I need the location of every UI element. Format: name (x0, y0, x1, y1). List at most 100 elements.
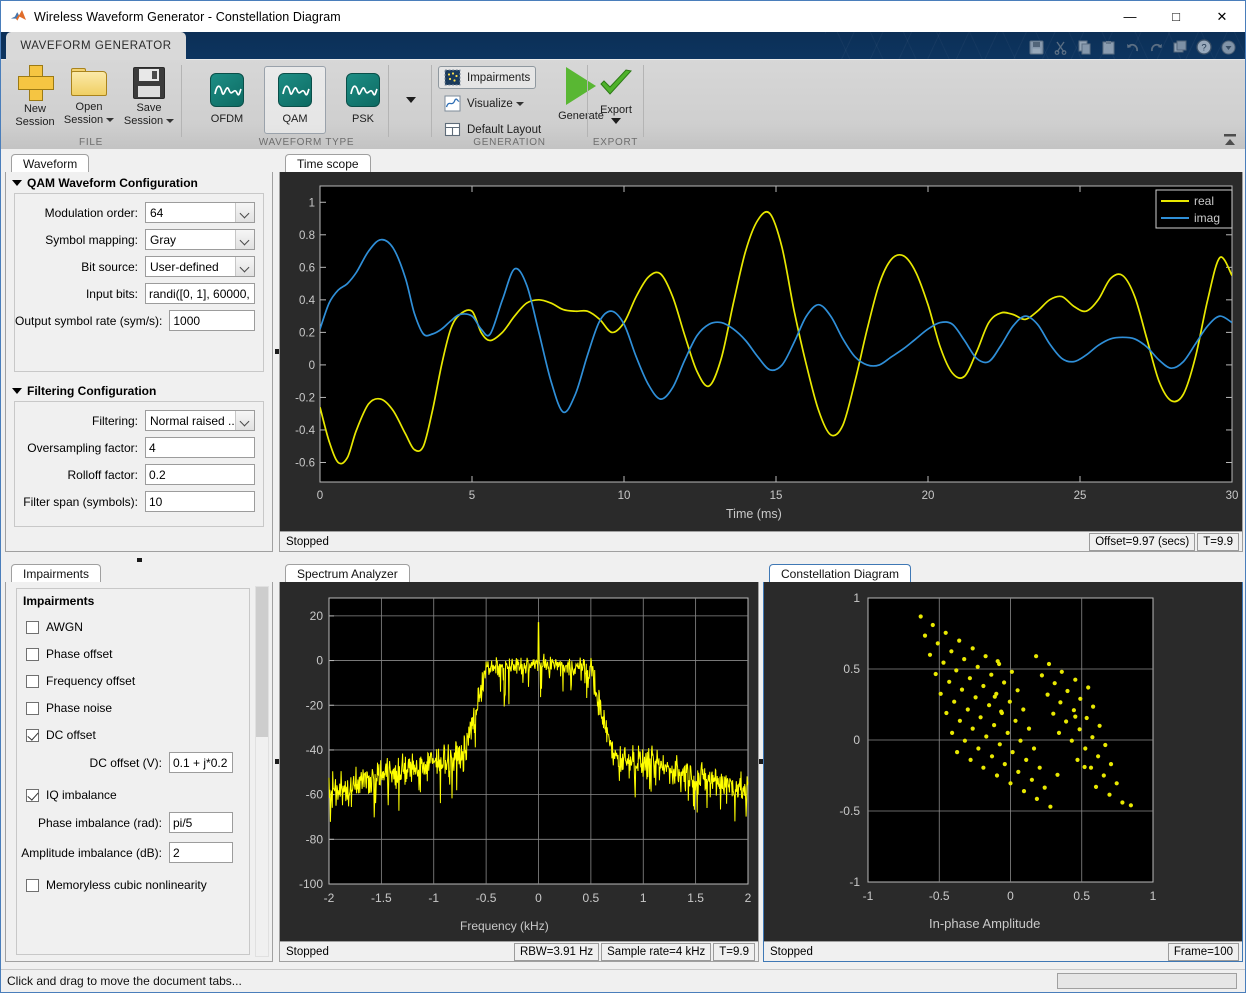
output-symbol-rate-label: Output symbol rate (sym/s): (15, 313, 163, 328)
memoryless-cubic-nonlinearity-checkbox[interactable] (26, 878, 39, 892)
layout-icon[interactable] (1169, 37, 1191, 57)
dc-offset-checkbox[interactable] (26, 728, 39, 742)
visualize-button[interactable]: Visualize (438, 92, 530, 115)
close-button[interactable]: ✕ (1199, 1, 1245, 32)
impairment-frequency-offset[interactable]: Frequency offset (26, 673, 249, 689)
waveform-type-qam-label: QAM (282, 113, 308, 125)
export-chevron-down-icon[interactable] (610, 114, 622, 128)
waveform-type-more-chevron-down-icon[interactable] (404, 94, 418, 108)
dc-offset-v-input[interactable]: 0.1 + j*0.2 (169, 752, 233, 773)
oversampling-factor-input[interactable]: 4 (145, 437, 255, 458)
filter-span-input[interactable]: 10 (145, 491, 255, 512)
impairments-vertical-scrollbar[interactable] (255, 586, 269, 957)
tab-spectrum-analyzer[interactable]: Spectrum Analyzer (285, 564, 410, 583)
impairment-dc-offset[interactable]: DC offset (26, 727, 249, 743)
impairment-phase-noise[interactable]: Phase noise (26, 700, 249, 716)
window-controls: — □ ✕ (1107, 1, 1245, 32)
ribbon-collapse-icon[interactable] (1221, 132, 1239, 148)
collapse-triangle-icon[interactable] (12, 388, 22, 394)
ribbon-group-generation: Impairments Visualize Default Layout Gen… (432, 60, 604, 149)
visualize-chevron-down-icon[interactable] (515, 101, 524, 106)
collapse-triangle-icon[interactable] (12, 180, 22, 186)
more-icon[interactable] (1217, 37, 1239, 57)
tab-impairments[interactable]: Impairments (11, 564, 102, 583)
svg-text:1: 1 (640, 891, 647, 905)
tab-time-scope[interactable]: Time scope (285, 154, 371, 173)
impairment-iq-imbalance[interactable]: IQ imbalance (26, 787, 249, 803)
constellation-frame-badge: Frame=100 (1167, 942, 1239, 961)
copy-icon[interactable] (1073, 37, 1095, 57)
waveform-type-inner-separator (388, 65, 389, 137)
phase-noise-checkbox[interactable] (26, 701, 39, 715)
filtering-config-section-header[interactable]: Filtering Configuration (6, 380, 272, 401)
folder-icon (71, 68, 107, 98)
svg-text:0.8: 0.8 (299, 230, 315, 242)
filtering-config-title: Filtering Configuration (27, 384, 157, 398)
phase-offset-checkbox[interactable] (26, 647, 39, 661)
ribbon-separator-4 (643, 65, 644, 137)
chevron-down-icon[interactable] (235, 257, 254, 276)
floppy-disk-icon (133, 67, 165, 99)
tab-waveform[interactable]: Waveform (11, 154, 90, 173)
modulation-order-select[interactable]: 64 (145, 202, 255, 223)
tab-waveform-generator[interactable]: WAVEFORM GENERATOR (6, 32, 186, 60)
spectrum-t-badge: T=9.9 (713, 942, 755, 961)
awgn-checkbox[interactable] (26, 620, 39, 634)
iq-imbalance-checkbox[interactable] (26, 788, 39, 802)
constellation-tabstrip: Constellation Diagram (763, 562, 1243, 583)
impairments-scrollbar-thumb[interactable] (256, 587, 268, 737)
amplitude-imbalance-input[interactable]: 2 (169, 842, 233, 863)
waveform-panel-body: QAM Waveform Configuration Modulation or… (5, 172, 273, 552)
ribbon-group-waveform-type: OFDM QAM PSK WAVEFORM TYPE (182, 60, 431, 149)
waveform-type-ofdm[interactable]: OFDM (196, 66, 258, 134)
new-session-label-1: New (23, 103, 46, 115)
undo-icon[interactable] (1121, 37, 1143, 57)
qam-config-section-header[interactable]: QAM Waveform Configuration (6, 172, 272, 193)
save-session-button[interactable]: Save Session (121, 64, 177, 132)
impairments-button[interactable]: Impairments (438, 66, 537, 89)
open-session-button[interactable]: Open Session (61, 64, 117, 132)
bit-source-select[interactable]: User-defined (145, 256, 255, 277)
svg-text:?: ? (1201, 43, 1206, 54)
chevron-down-icon[interactable] (235, 411, 254, 430)
time-scope-plot[interactable]: Amplitude 051015202530-0.6-0.4-0.200.20.… (280, 172, 1242, 531)
maximize-button[interactable]: □ (1153, 1, 1199, 32)
waveform-type-psk[interactable]: PSK (332, 66, 394, 134)
waveform-tabstrip: Waveform (5, 152, 273, 173)
save-icon[interactable] (1025, 37, 1047, 57)
impairment-phase-offset[interactable]: Phase offset (26, 646, 249, 662)
constellation-plot[interactable]: Quadrature Amplitude -1-0.500.51-1-0.500… (764, 582, 1242, 941)
field-dc-offset-v: DC offset (V): 0.1 + j*0.2 (17, 752, 233, 773)
rolloff-factor-input[interactable]: 0.2 (145, 464, 255, 485)
export-button[interactable]: Export (585, 64, 647, 132)
new-session-button[interactable]: New Session (7, 64, 63, 132)
save-session-chevron-down-icon[interactable] (166, 118, 175, 123)
filter-span-label: Filter span (symbols): (23, 494, 138, 509)
minimize-button[interactable]: — (1107, 1, 1153, 32)
svg-text:real: real (1194, 194, 1214, 208)
chevron-down-icon[interactable] (235, 203, 254, 222)
impairment-memoryless-cubic-nonlinearity[interactable]: Memoryless cubic nonlinearity (26, 877, 249, 893)
help-icon[interactable]: ? (1193, 37, 1215, 57)
svg-text:-0.5: -0.5 (929, 889, 950, 903)
paste-icon[interactable] (1097, 37, 1119, 57)
spectrum-analyzer-plot[interactable]: dBm -2-1.5-1-0.500.511.52-100-80-60-40-2… (280, 582, 758, 941)
open-session-chevron-down-icon[interactable] (106, 117, 115, 122)
svg-text:0.5: 0.5 (1073, 889, 1090, 903)
output-symbol-rate-input[interactable]: 1000 (169, 310, 255, 331)
frequency-offset-checkbox[interactable] (26, 674, 39, 688)
input-bits-input[interactable]: randi([0, 1], 60000, 1 (145, 283, 255, 304)
chevron-down-icon[interactable] (235, 230, 254, 249)
filtering-select[interactable]: Normal raised ... (145, 410, 255, 431)
symbol-mapping-select[interactable]: Gray (145, 229, 255, 250)
tab-constellation-diagram[interactable]: Constellation Diagram (769, 564, 912, 583)
cut-icon[interactable] (1049, 37, 1071, 57)
phase-imbalance-input[interactable]: pi/5 (169, 812, 233, 833)
waveform-type-qam[interactable]: QAM (264, 66, 326, 134)
redo-icon[interactable] (1145, 37, 1167, 57)
svg-text:30: 30 (1226, 490, 1239, 502)
constellation-status-text: Stopped (770, 945, 813, 958)
quick-access-toolbar: ? (1025, 36, 1239, 58)
svg-text:-0.6: -0.6 (295, 457, 315, 469)
impairment-awgn[interactable]: AWGN (26, 619, 249, 635)
